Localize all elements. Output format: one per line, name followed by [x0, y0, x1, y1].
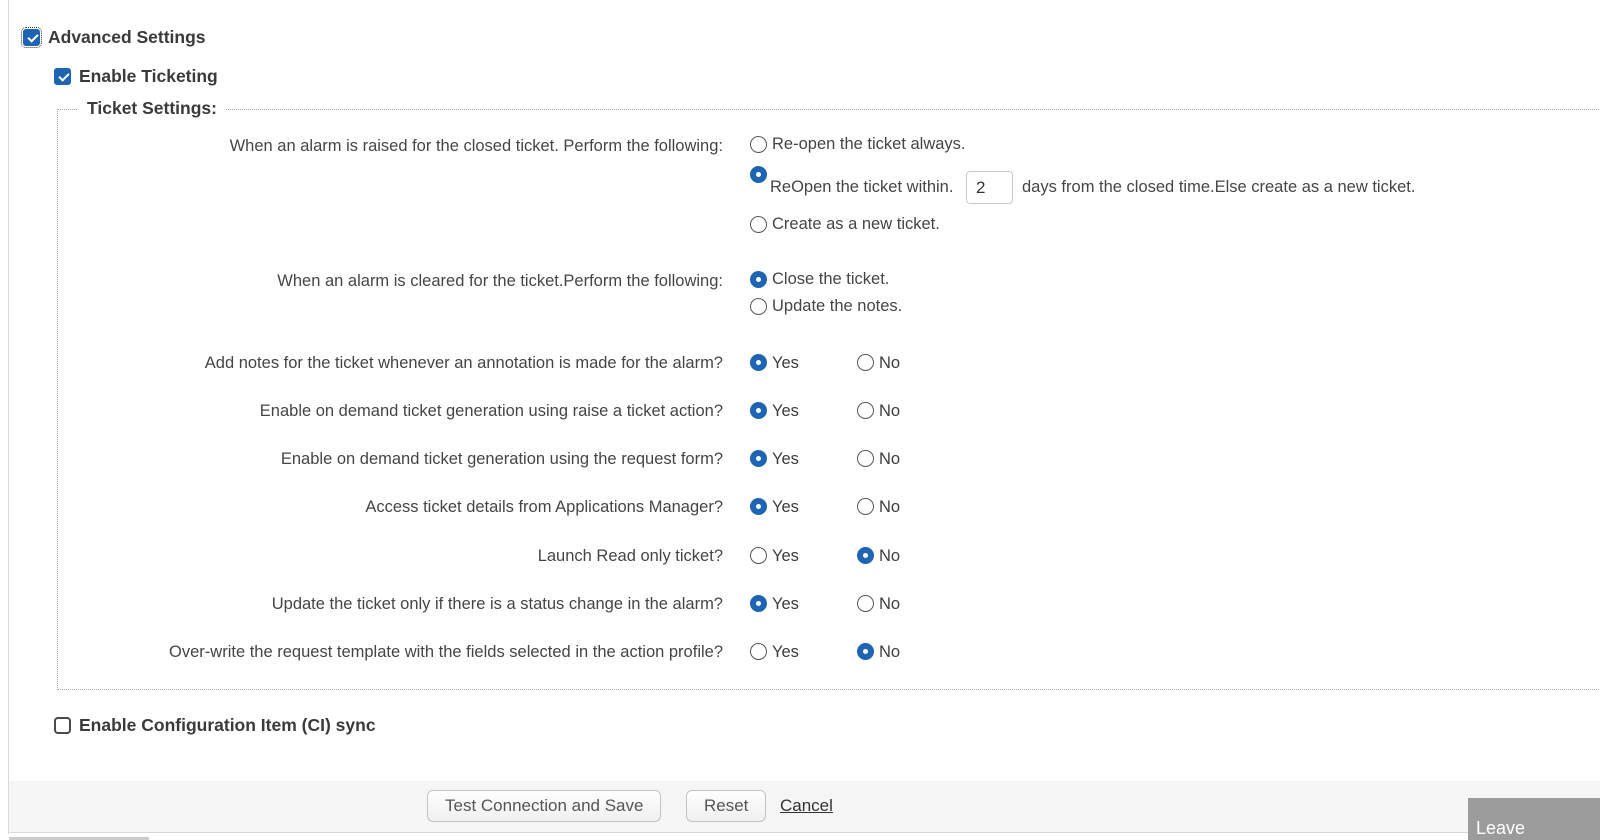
update-notes-radio[interactable]	[750, 298, 767, 315]
no-label: No	[879, 354, 900, 373]
question-label: Over-write the request template with the…	[58, 642, 723, 662]
ci-sync-row: Enable Configuration Item (CI) sync	[54, 715, 376, 735]
advanced-settings-row: Advanced Settings	[23, 27, 206, 47]
close-ticket-label: Close the ticket.	[772, 270, 889, 289]
ticket-settings-legend: Ticket Settings:	[78, 98, 226, 119]
enable-ticketing-checkbox[interactable]	[54, 68, 71, 85]
question-label: Add notes for the ticket whenever an ann…	[58, 353, 723, 373]
no-radio[interactable]	[857, 547, 874, 564]
reopen-within-label-after: days from the closed time.Else create as…	[1022, 177, 1415, 197]
no-label: No	[879, 402, 900, 421]
create-new-ticket-option[interactable]: Create as a new ticket.	[750, 215, 940, 234]
no-label: No	[879, 450, 900, 469]
update-notes-label: Update the notes.	[772, 297, 902, 316]
ci-sync-checkbox[interactable]	[54, 717, 71, 734]
ticket-settings-page: Advanced Settings Enable Ticketing Ticke…	[0, 0, 1600, 840]
advanced-settings-label: Advanced Settings	[48, 27, 206, 48]
question-label: Access ticket details from Applications …	[58, 497, 723, 517]
reopen-always-option[interactable]: Re-open the ticket always.	[750, 135, 966, 154]
yes-no-question-row: Update the ticket only if there is a sta…	[58, 593, 958, 615]
alarm-cleared-question-label: When an alarm is cleared for the ticket.…	[58, 271, 723, 291]
cancel-link[interactable]: Cancel	[780, 796, 833, 816]
ticket-settings-fieldset: Ticket Settings: When an alarm is raised…	[57, 109, 1600, 690]
no-label: No	[879, 643, 900, 662]
yes-radio[interactable]	[750, 450, 767, 467]
update-notes-option[interactable]: Update the notes.	[750, 297, 902, 316]
question-label: Update the ticket only if there is a sta…	[58, 594, 723, 614]
yes-label: Yes	[772, 547, 799, 566]
footer-bar: Test Connection and Save Reset Cancel	[9, 781, 1600, 833]
yes-label: Yes	[772, 643, 799, 662]
yes-no-question-row: Enable on demand ticket generation using…	[58, 400, 958, 422]
yes-radio[interactable]	[750, 547, 767, 564]
reopen-days-input[interactable]	[966, 171, 1013, 204]
yes-radio[interactable]	[750, 595, 767, 612]
yes-no-question-row: Access ticket details from Applications …	[58, 496, 958, 518]
no-label: No	[879, 595, 900, 614]
create-new-ticket-label: Create as a new ticket.	[772, 215, 940, 234]
left-panel-border	[8, 0, 9, 834]
yes-radio[interactable]	[750, 498, 767, 515]
alarm-raised-question-label: When an alarm is raised for the closed t…	[58, 136, 723, 156]
reopen-always-label: Re-open the ticket always.	[772, 135, 966, 154]
yes-no-question-row: Over-write the request template with the…	[58, 641, 958, 663]
create-new-ticket-radio[interactable]	[750, 216, 767, 233]
test-connection-save-button[interactable]: Test Connection and Save	[427, 790, 661, 822]
yes-radio[interactable]	[750, 402, 767, 419]
yes-no-question-row: Launch Read only ticket? Yes No	[58, 545, 958, 567]
no-radio[interactable]	[857, 402, 874, 419]
yes-label: Yes	[772, 450, 799, 469]
advanced-settings-checkbox[interactable]	[23, 29, 40, 46]
yes-label: Yes	[772, 498, 799, 517]
reopen-within-radio[interactable]	[750, 166, 767, 183]
enable-ticketing-row: Enable Ticketing	[54, 66, 218, 86]
ci-sync-label: Enable Configuration Item (CI) sync	[79, 715, 376, 736]
close-ticket-option[interactable]: Close the ticket.	[750, 270, 889, 289]
yes-no-question-row: Add notes for the ticket whenever an ann…	[58, 352, 958, 374]
no-radio[interactable]	[857, 595, 874, 612]
reset-button[interactable]: Reset	[686, 790, 766, 822]
yes-label: Yes	[772, 595, 799, 614]
reopen-always-radio[interactable]	[750, 136, 767, 153]
no-radio[interactable]	[857, 354, 874, 371]
yes-radio[interactable]	[750, 354, 767, 371]
enable-ticketing-label: Enable Ticketing	[79, 66, 218, 87]
question-label: Enable on demand ticket generation using…	[58, 401, 723, 421]
no-label: No	[879, 547, 900, 566]
leave-feedback-label: Leave	[1476, 818, 1525, 839]
question-label: Launch Read only ticket?	[58, 546, 723, 566]
reopen-within-label-before: ReOpen the ticket within.	[770, 177, 953, 197]
yes-label: Yes	[772, 402, 799, 421]
yes-radio[interactable]	[750, 643, 767, 660]
yes-label: Yes	[772, 354, 799, 373]
close-ticket-radio[interactable]	[750, 271, 767, 288]
no-radio[interactable]	[857, 450, 874, 467]
no-radio[interactable]	[857, 498, 874, 515]
yes-no-question-row: Enable on demand ticket generation using…	[58, 448, 958, 470]
question-label: Enable on demand ticket generation using…	[58, 449, 723, 469]
no-label: No	[879, 498, 900, 517]
no-radio[interactable]	[857, 643, 874, 660]
leave-feedback-widget[interactable]: Leave	[1468, 798, 1600, 840]
